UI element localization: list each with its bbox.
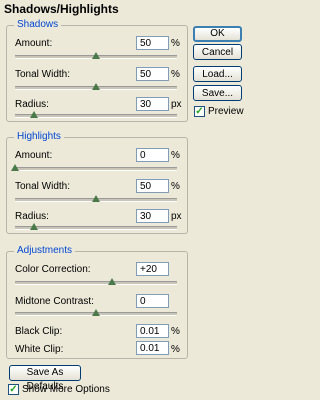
slider-track [15,281,177,285]
shadows-radius-slider[interactable] [15,111,177,121]
highlights-tonal-label: Tonal Width: [15,181,71,192]
window-title: Shadows/Highlights [4,2,119,16]
highlights-radius-field[interactable]: 30 [136,209,169,223]
white-clip-label: White Clip: [15,344,64,355]
highlights-group-title: Highlights [14,131,64,143]
highlights-radius-unit: px [171,211,182,222]
highlights-amount-slider[interactable] [11,164,177,174]
shadows-amount-field[interactable]: 50 [136,36,169,50]
show-more-options-checkbox[interactable]: ✓ [8,384,19,395]
title-bar: Shadows/Highlights [0,0,247,18]
highlights-radius-label: Radius: [15,211,49,222]
color-correction-field[interactable]: +20 [136,262,169,276]
white-clip-field[interactable]: 0.01 [136,341,169,355]
slider-track [15,114,177,118]
highlights-amount-unit: % [171,150,180,161]
save-as-defaults-button[interactable]: Save As Defaults [9,365,81,392]
slider-thumb[interactable] [30,111,39,118]
cancel-button[interactable]: Cancel [193,44,242,60]
highlights-amount-field[interactable]: 0 [136,148,169,162]
midtone-contrast-label: Midtone Contrast: [15,296,94,307]
color-correction-slider[interactable] [15,278,177,288]
shadows-tonal-slider[interactable] [15,83,177,93]
shadows-radius-label: Radius: [15,99,49,110]
highlights-tonal-unit: % [171,181,180,192]
slider-thumb[interactable] [92,309,100,316]
adjustments-group-title: Adjustments [14,245,76,257]
black-clip-field[interactable]: 0.01 [136,324,169,338]
slider-track [15,167,177,171]
highlights-group: Highlights Amount: 0 % Tonal Width: 50 %… [6,131,188,234]
save-button[interactable]: Save... [193,85,242,101]
slider-thumb[interactable] [92,195,100,202]
shadows-amount-label: Amount: [15,38,53,49]
black-clip-unit: % [171,326,180,337]
black-clip-label: Black Clip: [15,326,63,337]
preview-checkbox[interactable]: ✓ [194,106,205,117]
highlights-amount-label: Amount: [15,150,53,161]
midtone-contrast-slider[interactable] [15,309,177,319]
ok-button[interactable]: OK [193,26,242,42]
preview-label: Preview [208,106,244,117]
load-button[interactable]: Load... [193,66,242,82]
shadows-radius-field[interactable]: 30 [136,97,169,111]
highlights-radius-slider[interactable] [15,223,177,233]
adjustments-group: Adjustments Color Correction: +20 Midton… [6,245,188,359]
color-correction-label: Color Correction: [15,264,91,275]
shadows-group: Shadows Amount: 50 % Tonal Width: 50 % R… [6,19,188,122]
shadows-amount-unit: % [171,38,180,49]
shadows-radius-unit: px [171,99,182,110]
shadows-tonal-unit: % [171,69,180,80]
show-more-options-label: Show More Options [22,384,110,395]
highlights-tonal-slider[interactable] [15,195,177,205]
slider-thumb[interactable] [92,52,100,59]
slider-thumb[interactable] [30,223,39,230]
slider-track [15,226,177,230]
slider-thumb[interactable] [92,83,100,90]
midtone-contrast-field[interactable]: 0 [136,294,169,308]
shadows-group-title: Shadows [14,19,62,31]
shadows-tonal-label: Tonal Width: [15,69,71,80]
slider-thumb[interactable] [11,164,19,171]
shadows-tonal-field[interactable]: 50 [136,67,169,81]
slider-thumb[interactable] [108,278,117,285]
highlights-tonal-field[interactable]: 50 [136,179,169,193]
shadows-amount-slider[interactable] [15,52,177,62]
white-clip-unit: % [171,344,180,355]
